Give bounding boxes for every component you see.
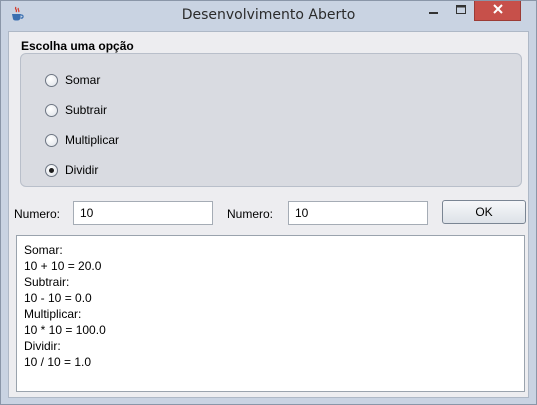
- option-dividir[interactable]: Dividir: [45, 160, 98, 180]
- title-bar[interactable]: Desenvolvimento Aberto: [1, 1, 536, 31]
- option-subtrair[interactable]: Subtrair: [45, 100, 107, 120]
- option-label: Subtrair: [65, 103, 108, 117]
- output-line: 10 + 10 = 20.0: [24, 259, 102, 273]
- close-icon: [492, 3, 504, 18]
- output-line: Dividir:: [24, 339, 61, 353]
- option-label: Dividir: [65, 163, 99, 177]
- radio-icon[interactable]: [45, 103, 58, 117]
- output-line: Multiplicar:: [24, 307, 82, 321]
- maximize-icon: [455, 4, 466, 18]
- content-panel: Escolha uma opção Somar Subtrair Multipl…: [8, 31, 529, 398]
- maximize-button[interactable]: [447, 1, 474, 21]
- output-line: Subtrair:: [24, 275, 70, 289]
- close-button[interactable]: [474, 1, 521, 21]
- option-somar[interactable]: Somar: [45, 70, 100, 90]
- output-line: 10 - 10 = 0.0: [24, 291, 92, 305]
- result-text-area[interactable]: Somar: 10 + 10 = 20.0 Subtrair: 10 - 10 …: [16, 235, 525, 392]
- option-label: Multiplicar: [65, 133, 120, 147]
- first-number-field[interactable]: [73, 201, 213, 225]
- options-group-label: Escolha uma opção: [21, 39, 134, 53]
- option-label: Somar: [65, 73, 101, 87]
- output-line: Somar:: [24, 243, 63, 257]
- output-line: 10 / 10 = 1.0: [24, 355, 92, 369]
- second-number-label: Numero:: [227, 207, 274, 221]
- app-window: Desenvolvimento Aberto Escolha uma opção…: [0, 0, 537, 405]
- minimize-button[interactable]: [420, 1, 447, 21]
- option-multiplicar[interactable]: Multiplicar: [45, 130, 119, 150]
- radio-icon[interactable]: [45, 133, 58, 147]
- radio-selected-icon[interactable]: [45, 163, 58, 177]
- ok-button[interactable]: OK: [442, 200, 526, 224]
- minimize-icon: [428, 4, 439, 18]
- output-line: 10 * 10 = 100.0: [24, 323, 106, 337]
- second-number-field[interactable]: [288, 201, 428, 225]
- radio-icon[interactable]: [45, 73, 58, 87]
- options-group: Somar Subtrair Multiplicar Dividir: [20, 53, 522, 187]
- first-number-label: Numero:: [14, 207, 61, 221]
